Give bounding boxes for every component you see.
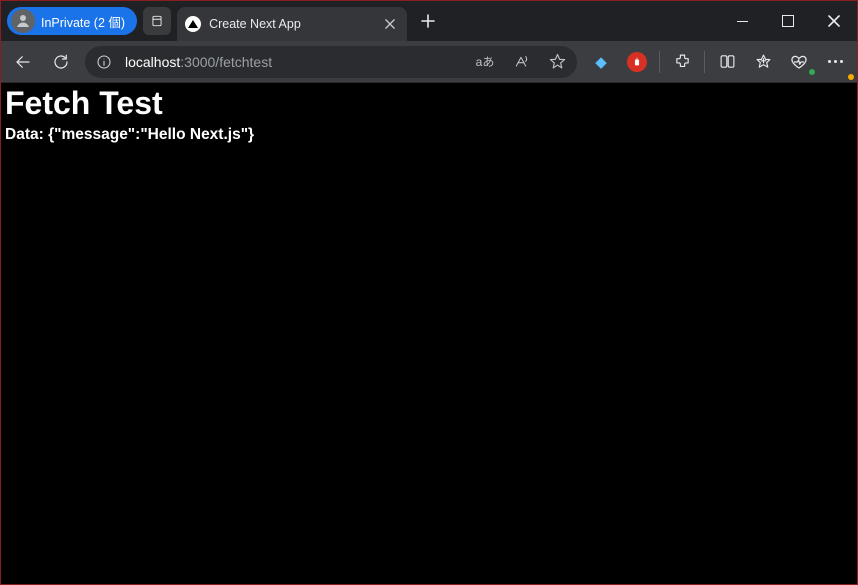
data-json: {"message":"Hello Next.js"} — [48, 126, 254, 143]
translate-icon: aあ — [476, 53, 495, 70]
performance-status-dot-icon — [809, 69, 815, 75]
plus-icon — [421, 14, 435, 28]
url-path: :3000/fetchtest — [180, 54, 272, 70]
performance-heart-icon — [790, 53, 808, 71]
toolbar-separator — [704, 51, 705, 73]
read-aloud-button[interactable] — [507, 54, 535, 70]
toolbar-separator — [659, 51, 660, 73]
collections-button[interactable] — [745, 45, 781, 79]
inprivate-label: InPrivate (2 個) — [41, 12, 125, 31]
tracking-shield-icon — [627, 52, 647, 72]
active-tab[interactable]: Create Next App — [177, 7, 407, 41]
more-menu-icon — [828, 60, 843, 63]
window-controls — [719, 1, 857, 41]
notification-dot-icon — [848, 74, 854, 80]
page-viewport: Fetch Test Data: {"message":"Hello Next.… — [1, 83, 857, 584]
favorite-button[interactable] — [543, 53, 571, 70]
tab-title: Create Next App — [209, 17, 373, 31]
close-icon — [385, 19, 395, 29]
toolbar: localhost:3000/fetchtest aあ ◆ — [1, 41, 857, 83]
site-info-button[interactable] — [91, 54, 117, 70]
tab-actions-button[interactable] — [143, 7, 171, 35]
address-bar-url: localhost:3000/fetchtest — [125, 54, 463, 70]
page-data-line: Data: {"message":"Hello Next.js"} — [5, 126, 853, 144]
read-aloud-icon — [513, 54, 529, 70]
site-info-icon — [96, 54, 112, 70]
refresh-icon — [52, 53, 70, 71]
tab-close-button[interactable] — [381, 15, 399, 33]
back-icon — [14, 53, 32, 71]
split-screen-button[interactable] — [709, 45, 745, 79]
translate-button[interactable]: aあ — [471, 53, 499, 70]
performance-button[interactable] — [781, 45, 817, 79]
url-host: localhost — [125, 54, 180, 70]
address-bar[interactable]: localhost:3000/fetchtest aあ — [85, 46, 577, 78]
back-button[interactable] — [5, 45, 41, 79]
extensions-button[interactable] — [664, 45, 700, 79]
titlebar: InPrivate (2 個) Create Next App — [1, 1, 857, 41]
more-menu-button[interactable] — [817, 45, 853, 79]
data-prefix: Data: — [5, 126, 48, 143]
collections-icon — [755, 53, 772, 70]
window-maximize-button[interactable] — [765, 1, 811, 41]
refresh-button[interactable] — [43, 45, 79, 79]
rewards-button[interactable]: ◆ — [583, 45, 619, 79]
nextjs-favicon-icon — [185, 16, 201, 32]
tracking-prevention-button[interactable] — [619, 45, 655, 79]
new-tab-button[interactable] — [413, 6, 443, 36]
window-close-icon — [828, 15, 840, 27]
inprivate-badge[interactable]: InPrivate (2 個) — [7, 7, 137, 35]
extension-puzzle-icon — [674, 53, 691, 70]
toolbar-right: ◆ — [583, 45, 853, 79]
split-screen-icon — [719, 53, 736, 70]
favorite-star-icon — [549, 53, 566, 70]
tab-actions-icon — [150, 14, 164, 28]
page-heading: Fetch Test — [5, 85, 853, 122]
rewards-gem-icon: ◆ — [595, 53, 607, 71]
window-minimize-button[interactable] — [719, 1, 765, 41]
window-close-button[interactable] — [811, 1, 857, 41]
profile-avatar-icon — [11, 9, 35, 33]
